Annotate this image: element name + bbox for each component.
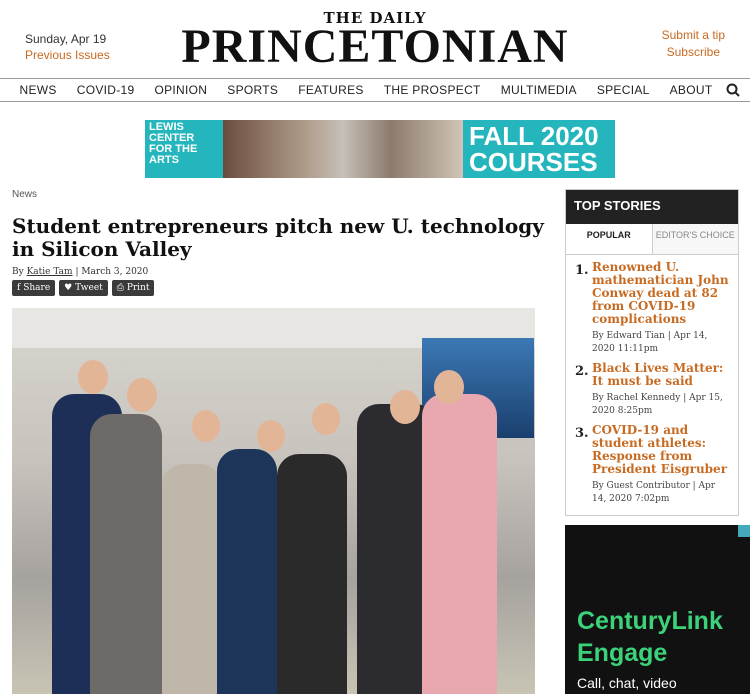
site-header: Sunday, Apr 19 Previous Issues THE DAILY… [0,0,750,78]
author-link[interactable]: Katie Tam [27,267,73,277]
list-item: 3. COVID-19 and student athletes: Respon… [566,418,738,506]
story-title-link[interactable]: COVID-19 and student athletes: Response … [592,424,732,476]
story-number: 3. [575,426,589,441]
story-meta: By Guest Contributor | Apr 14, 2020 7:02… [592,481,716,504]
article-section[interactable]: News [12,189,37,200]
nav-opinion[interactable]: OPINION [144,83,217,97]
list-item: 2. Black Lives Matter: It must be said B… [566,356,738,418]
top-stories-tabs: POPULAR EDITOR'S CHOICE [566,224,738,255]
photo-head [390,390,420,424]
photo-person [90,414,162,694]
nav-about[interactable]: ABOUT [660,83,723,97]
banner-left-text: LEWIS CENTER FOR THE ARTS [149,121,198,166]
tweet-label: Tweet [75,283,103,293]
tab-editors-choice[interactable]: EDITOR'S CHOICE [651,224,738,254]
banner-right-text: FALL 2020 COURSES [469,121,599,177]
ad-choices-icon[interactable] [738,525,750,537]
story-title-link[interactable]: Black Lives Matter: It must be said [592,362,732,388]
top-stories-sidebar: TOP STORIES POPULAR EDITOR'S CHOICE 1. R… [565,189,739,516]
share-button[interactable]: f Share [12,280,56,296]
nav-features[interactable]: FEATURES [288,83,374,97]
nav-multimedia[interactable]: MULTIMEDIA [491,83,587,97]
search-icon[interactable] [726,83,741,97]
nav-news[interactable]: NEWS [10,83,67,97]
top-stories-title: TOP STORIES [566,190,738,224]
ad-banner-lewis-center[interactable]: LEWIS CENTER FOR THE ARTS FALL 2020 COUR… [145,120,615,178]
banner-photo [223,120,463,178]
byline: By Katie Tam | March 3, 2020 [12,267,148,277]
photo-person [277,454,347,694]
article-date: | March 3, 2020 [75,267,149,277]
photo-head [312,403,340,435]
article-photo [12,308,535,694]
print-icon: ⎙ [116,283,127,293]
twitter-icon: ♥ [64,283,76,293]
ad-tagline: Call, chat, video [577,675,677,691]
share-label: Share [23,283,51,293]
ad-brand-line2: Engage [577,639,668,667]
story-number: 2. [575,364,589,379]
nav-sports[interactable]: SPORTS [217,83,288,97]
byline-by: By [12,267,24,277]
photo-person [162,464,222,694]
photo-head [257,420,285,452]
story-meta: By Edward Tian | Apr 14, 2020 11:11pm [592,331,708,354]
nav-the-prospect[interactable]: THE PROSPECT [374,83,491,97]
photo-person [422,394,497,694]
nav-covid19[interactable]: COVID-19 [67,83,145,97]
photo-person [217,449,277,694]
photo-head [78,360,108,394]
article-headline: Student entrepreneurs pitch new U. techn… [12,214,544,261]
tweet-button[interactable]: ♥ Tweet [59,280,108,296]
subscribe-link[interactable]: Subscribe [667,45,720,59]
ad-centurylink[interactable]: CenturyLink Engage Call, chat, video [565,525,750,694]
share-buttons: f Share ♥ Tweet ⎙ Print [12,280,155,296]
tab-popular[interactable]: POPULAR [566,224,652,254]
photo-head [127,378,157,412]
masthead-logo[interactable]: PRINCETONIAN [0,22,750,72]
photo-head [192,410,220,442]
ad-brand-line1: CenturyLink [577,607,723,635]
nav-special[interactable]: SPECIAL [587,83,660,97]
submit-tip-link[interactable]: Submit a tip [662,28,725,42]
print-label: Print [126,283,150,293]
print-button[interactable]: ⎙ Print [111,280,155,296]
story-title-link[interactable]: Renowned U. mathematician John Conway de… [592,261,732,326]
story-number: 1. [575,263,589,278]
photo-head [434,370,464,404]
story-meta: By Rachel Kennedy | Apr 15, 2020 8:25pm [592,393,723,416]
list-item: 1. Renowned U. mathematician John Conway… [566,255,738,356]
main-nav: NEWS COVID-19 OPINION SPORTS FEATURES TH… [0,78,750,102]
